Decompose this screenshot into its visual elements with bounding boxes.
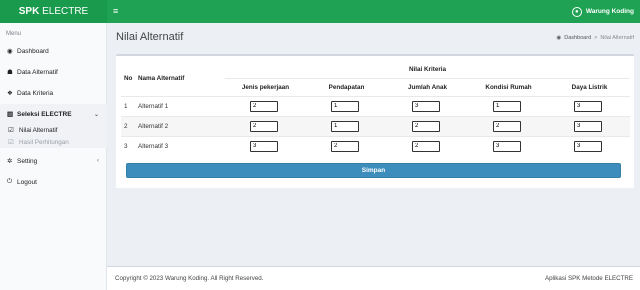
- row-number: 1: [121, 95, 135, 116]
- value-input[interactable]: [493, 140, 521, 152]
- table-row: 1 Alternatif 1: [121, 95, 630, 116]
- sidebar-subitem-label: Nilai Alternatif: [19, 126, 58, 134]
- row-number: 3: [121, 135, 135, 156]
- sidebar-item-label: Logout: [17, 178, 37, 186]
- page-title: Nilai Alternatif: [116, 31, 184, 43]
- value-input[interactable]: [412, 120, 440, 132]
- bar-chart-icon: ▥: [7, 111, 14, 118]
- sidebar-item-label: Dashboard: [17, 47, 49, 55]
- column-header-criterion: Kondisi Rumah: [468, 77, 549, 96]
- sidebar: Menu ◉ Dashboard ☗ Data Alternatif ❖ Dat…: [0, 23, 107, 290]
- nilai-alternatif-card: No Nama Alternatif Nilai Kriteria Jenis …: [116, 54, 634, 188]
- column-header-criterion: Jenis pekerjaan: [225, 77, 306, 96]
- dashboard-icon: ◉: [556, 35, 562, 41]
- user-menu[interactable]: ● Warung Koding: [571, 0, 634, 23]
- value-input[interactable]: [331, 140, 359, 152]
- sidebar-subitem-hasil-perhitungan[interactable]: ☑ Hasil Perhitungan: [0, 136, 107, 148]
- power-icon: ⏻: [7, 178, 13, 185]
- dashboard-icon: ◉: [7, 48, 13, 55]
- sidebar-subitem-nilai-alternatif[interactable]: ☑ Nilai Alternatif: [0, 124, 107, 136]
- chevron-down-icon: ⌄: [93, 111, 99, 118]
- hamburger-icon[interactable]: ≡: [113, 0, 118, 23]
- sidebar-item-label: Data Alternatif: [17, 68, 58, 76]
- table-row: 2 Alternatif 2: [121, 115, 630, 136]
- alternative-name: Alternatif 3: [135, 135, 225, 156]
- column-header-criterion: Pendapatan: [306, 77, 387, 96]
- footer-app-name: Aplikasi SPK Metode ELECTRE: [544, 275, 633, 282]
- value-input[interactable]: [574, 140, 602, 152]
- user-name: Warung Koding: [585, 8, 634, 15]
- sidebar-item-label: Seleksi ELECTRE: [17, 110, 72, 118]
- cubes-icon: ❖: [7, 90, 13, 97]
- value-input[interactable]: [250, 140, 278, 152]
- column-header-criterion: Daya Listrik: [549, 77, 630, 96]
- sidebar-subitem-label: Hasil Perhitungan: [19, 138, 69, 146]
- sidebar-item-seleksi-electre[interactable]: ▥ Seleksi ELECTRE ⌄: [0, 104, 107, 124]
- edit-icon: ☑: [8, 126, 14, 134]
- value-input[interactable]: [331, 100, 359, 112]
- alternative-name: Alternatif 2: [135, 115, 225, 136]
- brand-logo[interactable]: SPK ELECTRE: [0, 0, 107, 23]
- value-input[interactable]: [412, 100, 440, 112]
- breadcrumb-dashboard[interactable]: Dashboard: [564, 35, 591, 41]
- save-button[interactable]: Simpan: [126, 163, 621, 178]
- footer-copyright: Copyright © 2023 Warung Koding. All Righ…: [115, 275, 264, 282]
- top-navbar: SPK ELECTRE ≡ ● Warung Koding: [0, 0, 640, 23]
- value-input[interactable]: [331, 120, 359, 132]
- brand-bold: SPK: [18, 6, 40, 17]
- gear-icon: ✲: [7, 158, 13, 165]
- sidebar-item-data-kriteria[interactable]: ❖ Data Kriteria: [0, 83, 107, 103]
- value-input[interactable]: [493, 120, 521, 132]
- user-circle-icon: ●: [571, 6, 582, 17]
- alternative-name: Alternatif 1: [135, 95, 225, 116]
- breadcrumb: ◉ Dashboard > Nilai Alternatif: [556, 35, 634, 41]
- breadcrumb-current: Nilai Alternatif: [600, 35, 634, 41]
- sidebar-item-setting[interactable]: ✲ Setting ‹: [0, 151, 107, 171]
- value-input[interactable]: [493, 100, 521, 112]
- sidebar-item-data-alternatif[interactable]: ☗ Data Alternatif: [0, 62, 107, 82]
- menu-header: Menu: [6, 31, 22, 37]
- users-icon: ☗: [7, 69, 13, 76]
- value-input[interactable]: [412, 140, 440, 152]
- value-input[interactable]: [574, 120, 602, 132]
- sidebar-item-label: Setting: [17, 157, 38, 165]
- column-header-name: Nama Alternatif: [138, 75, 185, 83]
- sidebar-item-dashboard[interactable]: ◉ Dashboard: [0, 41, 107, 61]
- brand-rest: ELECTRE: [39, 6, 89, 17]
- column-group-header: Nilai Kriteria: [408, 66, 447, 74]
- sidebar-item-logout[interactable]: ⏻ Logout: [0, 172, 107, 192]
- column-header-criterion: Jumlah Anak: [387, 77, 468, 96]
- footer: Copyright © 2023 Warung Koding. All Righ…: [107, 266, 640, 290]
- chevron-left-icon: ‹: [97, 158, 99, 164]
- nilai-alternatif-table: No Nama Alternatif Nilai Kriteria Jenis …: [121, 62, 630, 156]
- value-input[interactable]: [250, 100, 278, 112]
- row-number: 2: [121, 115, 135, 136]
- value-input[interactable]: [574, 100, 602, 112]
- table-row: 3 Alternatif 3: [121, 135, 630, 156]
- breadcrumb-separator: >: [594, 35, 598, 41]
- edit-icon: ☑: [8, 138, 14, 146]
- sidebar-item-label: Data Kriteria: [17, 89, 54, 97]
- column-header-no: No: [124, 75, 133, 83]
- value-input[interactable]: [250, 120, 278, 132]
